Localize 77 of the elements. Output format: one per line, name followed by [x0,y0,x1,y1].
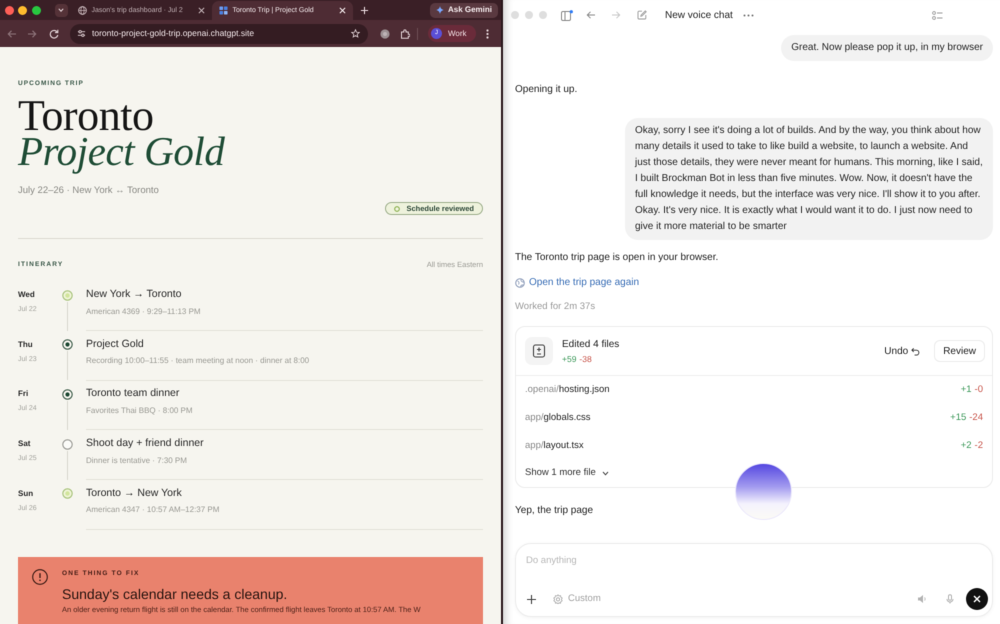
work-duration: Worked for 2m 37s [515,300,596,313]
puzzle-icon[interactable] [400,28,410,38]
day-label: Thu [18,340,33,350]
address-bar[interactable]: toronto-project-gold-trip.openai.chatgpt.site [70,24,368,44]
window-close-icon[interactable] [4,6,14,14]
event-details: Dinner is tentative · 7:30 PM [86,454,187,466]
more-icon[interactable] [742,14,754,16]
sidebar-icon[interactable] [561,10,573,20]
chevron-down-icon [602,471,609,476]
day-label: Sun [18,488,34,499]
event-details: American 4347 · 10:57 AM–12:37 PM [86,504,220,516]
star-icon[interactable] [351,29,360,38]
back-icon[interactable] [7,28,17,38]
close-icon[interactable] [198,7,204,14]
file-path: app/layout.tsx [525,440,584,452]
window-maximize-icon[interactable] [32,6,40,14]
globe-icon [515,278,525,288]
lines-added: +15 [950,412,966,424]
event-title: Shoot day + friend dinner [86,436,204,450]
event-title: Toronto team dinner [86,386,180,400]
event-title: Toronto → New York [86,486,182,500]
alert-title: Sunday's calendar needs a cleanup. [62,586,288,602]
chevron-down-icon [58,8,64,12]
chat-title: New voice chat [665,8,733,22]
lines-removed: -24 [969,412,983,424]
event-details: American 4369 · 9:29–11:13 PM [86,306,201,317]
lines-removed: -2 [974,440,983,452]
event-details: Favorites Thai BBQ · 8:00 PM [86,404,193,416]
lines-added: +1 [960,384,972,396]
lines-removed: -0 [974,384,983,396]
plus-icon[interactable] [526,594,537,604]
undo-icon [911,346,920,356]
assistant-message: Opening it up. [515,83,578,97]
file-path: .openai/hosting.json [525,384,610,396]
forward-icon[interactable] [27,28,37,38]
undo-button[interactable]: Undo [882,340,922,362]
alert-icon [32,569,48,586]
day-label: Sat [18,439,30,450]
window-minimize-icon[interactable] [18,6,27,14]
event-details: Recording 10:00–11:55 · team meeting at noon · dinner at 8:00 [86,355,310,366]
voice-orb-icon [735,463,792,520]
day-label: Fri [18,389,28,400]
close-icon[interactable] [966,588,988,610]
user-message: Great. Now please pop it up, in my browser [781,35,993,61]
lines-removed: -38 [579,354,592,364]
user-message: Okay, sorry I see it's doing a lot of builds. And by the way, you think about how many details it used to take to like build a website, to launch a website. And just those details, they were never meant for humans. This morning, like I said, I built Brockman Bot in less than five minutes. Wow. Now, it doesn't have the full knowledge it needs, but the interface was very nice. I'll show it to you after. Okay. It's very nice. It is exactly what I would want it to do. I just now need to give it more material to be smarter [625,118,993,240]
sparkle-icon [436,6,444,14]
lines-added: +59 [562,354,576,364]
extension-icon[interactable] [380,28,390,38]
grid-icon [218,6,228,15]
reload-icon[interactable] [49,28,59,38]
event-title: New York → Toronto [86,287,182,302]
back-icon[interactable] [586,10,596,20]
trip-title: Toronto [18,96,154,136]
assistant-message: The Toronto trip page is open in your browser. [515,251,718,265]
tab-list-button[interactable] [54,4,68,16]
assistant-message: Yep, the trip page [515,504,594,518]
list-icon[interactable] [932,10,943,20]
show-more-files-button[interactable]: Show 1 more file [516,460,618,487]
compose-icon[interactable] [637,10,647,20]
message-input[interactable]: Do anything [526,554,826,568]
ask-gemini-button[interactable]: Ask Gemini [430,2,498,18]
file-path: app/globals.css [525,412,590,424]
trip-dates: July 22–26 · New York ↔ Toronto [18,185,159,197]
file-diff-icon [525,337,553,365]
review-button[interactable]: Review [934,340,985,362]
more-menu-icon[interactable] [486,28,489,38]
day-label: Wed [18,290,35,300]
changes-title: Edited 4 files [562,338,620,350]
site-settings-icon[interactable] [77,29,86,38]
trip-page-link[interactable]: Open the trip page again [515,276,640,290]
globe-icon [78,6,86,15]
new-tab-icon[interactable] [360,6,368,14]
gear-icon [553,594,563,604]
status-ring-icon [394,206,400,212]
event-title: Project Gold [86,336,144,351]
lines-added: +2 [960,440,972,452]
